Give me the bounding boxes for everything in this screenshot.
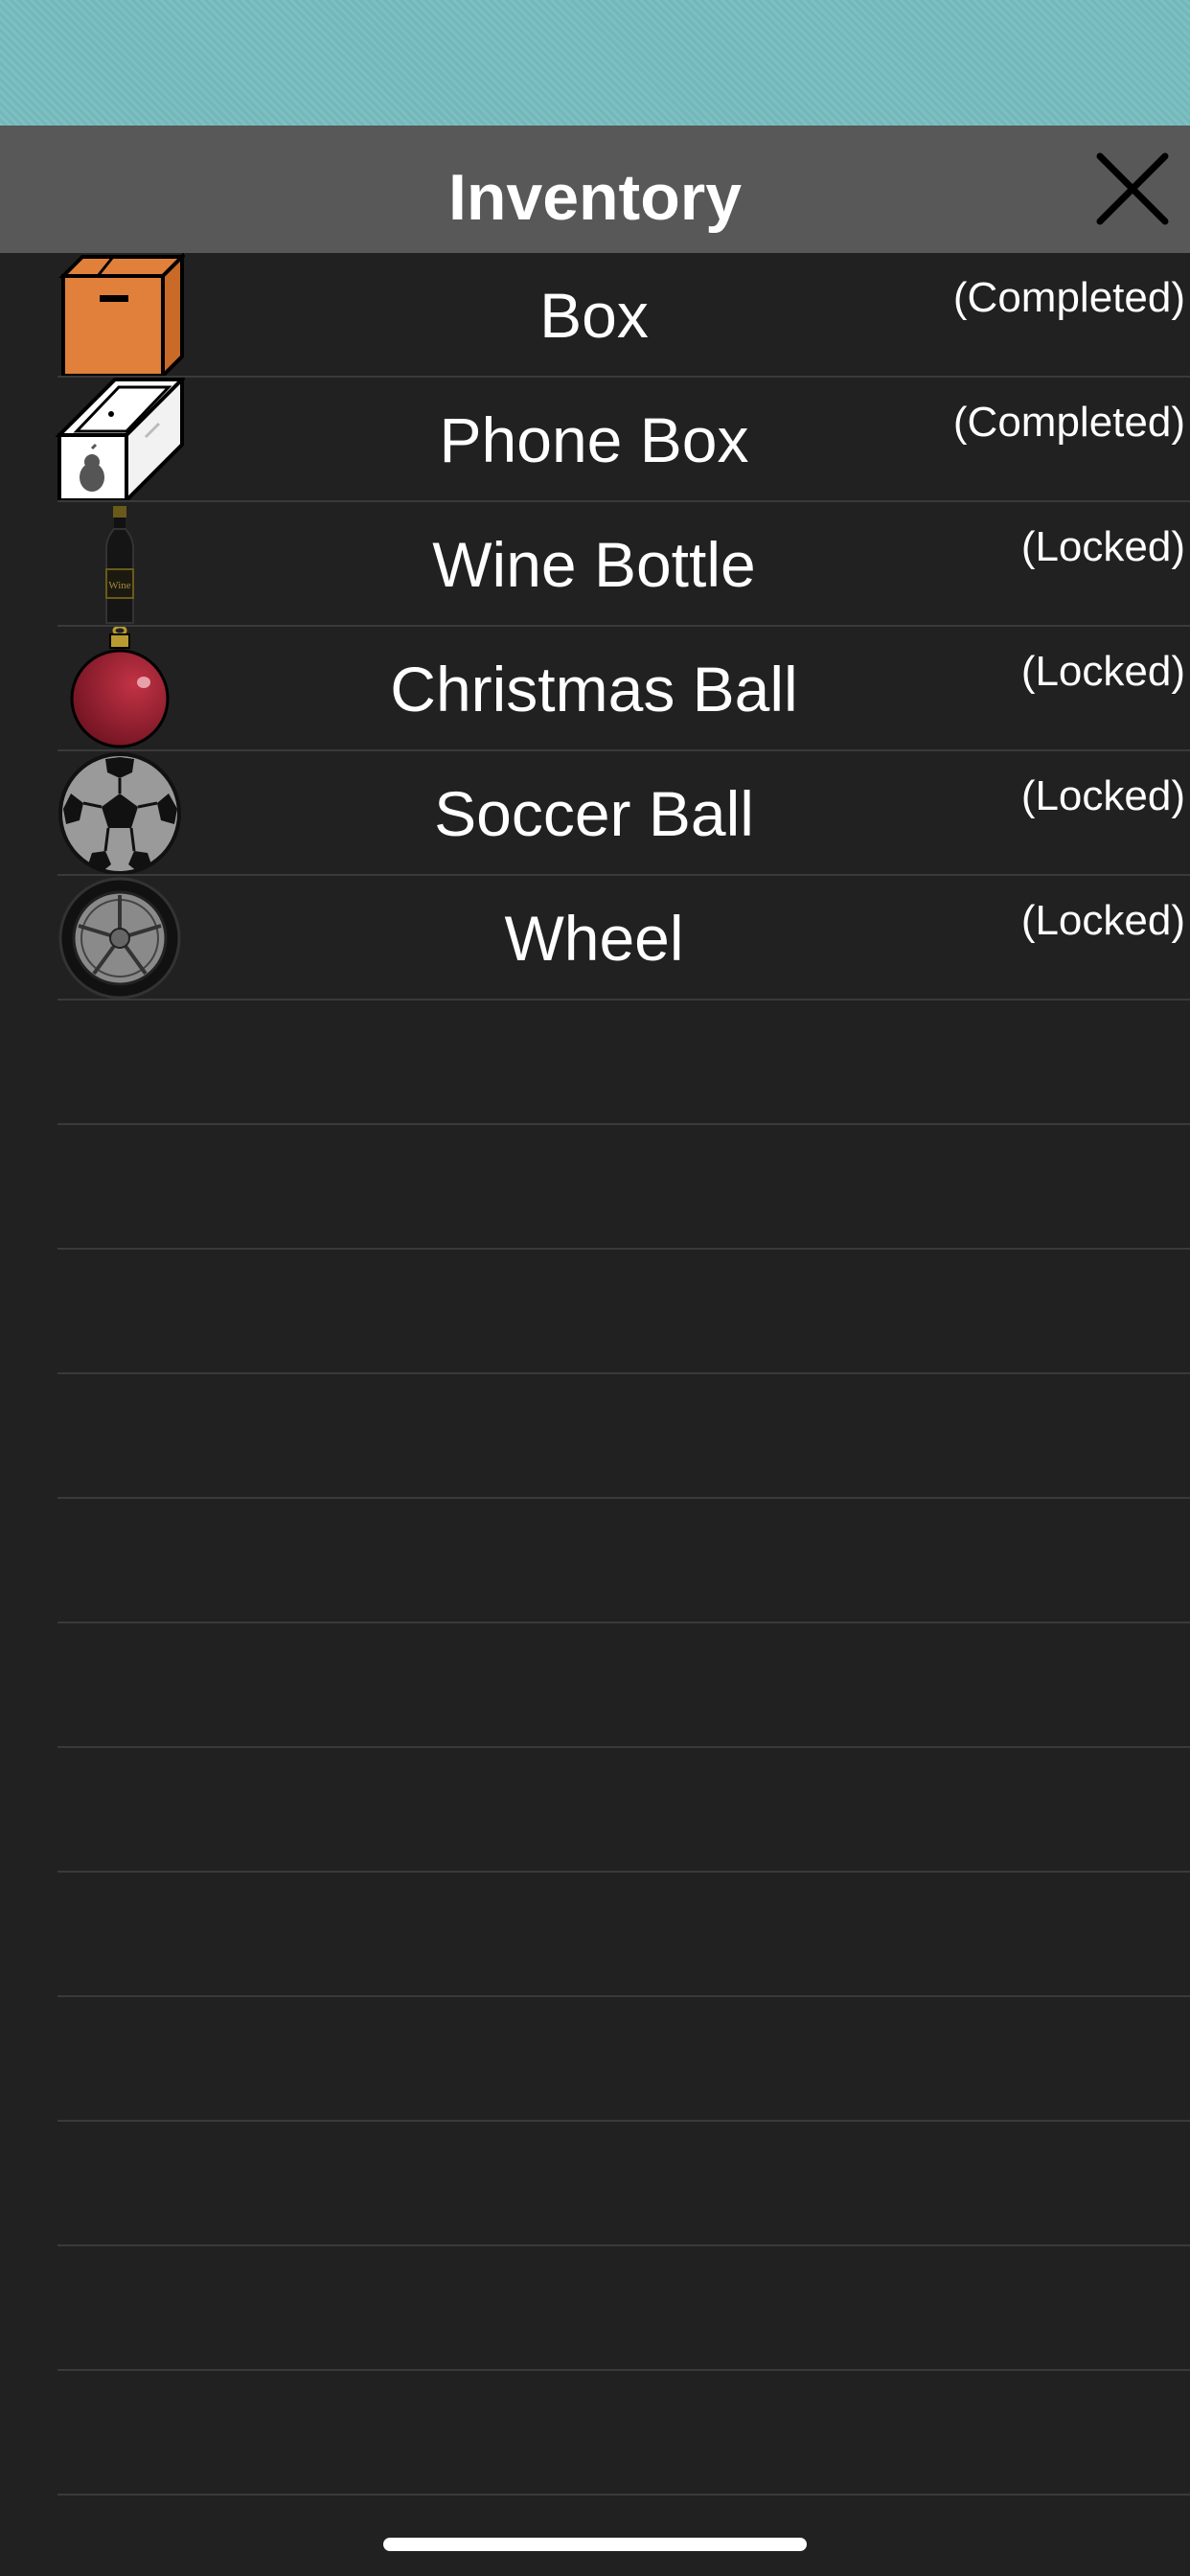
soccer-ball-icon <box>56 751 185 876</box>
list-item[interactable]: Wine Wine Bottle (Locked) <box>0 502 1190 627</box>
status-label: (Locked) <box>1020 648 1185 695</box>
status-label: (Locked) <box>1020 772 1185 819</box>
close-button[interactable] <box>1092 149 1173 229</box>
status-label: (Completed) <box>952 274 1185 321</box>
status-label: (Locked) <box>1020 897 1185 944</box>
christmas-ball-icon <box>56 627 185 751</box>
empty-row <box>0 1000 1190 1125</box>
empty-row <box>0 1873 1190 1997</box>
list-item[interactable]: Wheel (Locked) <box>0 876 1190 1000</box>
wine-bottle-icon: Wine <box>56 502 185 627</box>
status-label: (Locked) <box>1020 523 1185 570</box>
item-name: Box <box>539 280 649 351</box>
empty-row <box>0 1997 1190 2122</box>
empty-row <box>0 1748 1190 1873</box>
home-indicator[interactable] <box>383 2538 807 2551</box>
inventory-header: Inventory <box>0 126 1190 253</box>
phone-box-icon <box>56 378 185 502</box>
empty-row <box>0 2371 1190 2496</box>
empty-row <box>0 1623 1190 1748</box>
wine-bottle-label: Wine <box>108 580 130 591</box>
status-label: (Completed) <box>952 399 1185 446</box>
inventory-list: Box (Completed) Phone Box (Completed) Wi… <box>0 253 1190 2496</box>
empty-row <box>0 2122 1190 2246</box>
item-name: Wheel <box>504 903 684 974</box>
list-item[interactable]: Box (Completed) <box>0 253 1190 378</box>
list-item[interactable]: Phone Box (Completed) <box>0 378 1190 502</box>
wheel-icon <box>56 876 185 1000</box>
empty-row <box>0 2246 1190 2371</box>
page-title: Inventory <box>447 161 743 234</box>
empty-row <box>0 1250 1190 1374</box>
empty-row <box>0 1374 1190 1499</box>
item-name: Christmas Ball <box>390 654 798 724</box>
close-icon <box>1096 152 1169 225</box>
item-name: Wine Bottle <box>432 529 756 600</box>
item-name: Soccer Ball <box>434 778 754 849</box>
inventory-screen: Inventory Box (Completed) Phone Box (Com… <box>0 0 1190 2576</box>
item-name: Phone Box <box>439 404 749 475</box>
list-item[interactable]: Soccer Ball (Locked) <box>0 751 1190 876</box>
empty-row <box>0 1499 1190 1623</box>
cardboard-box-icon <box>56 253 185 378</box>
empty-row <box>0 1125 1190 1250</box>
game-background-strip <box>0 0 1190 126</box>
list-item[interactable]: Christmas Ball (Locked) <box>0 627 1190 751</box>
